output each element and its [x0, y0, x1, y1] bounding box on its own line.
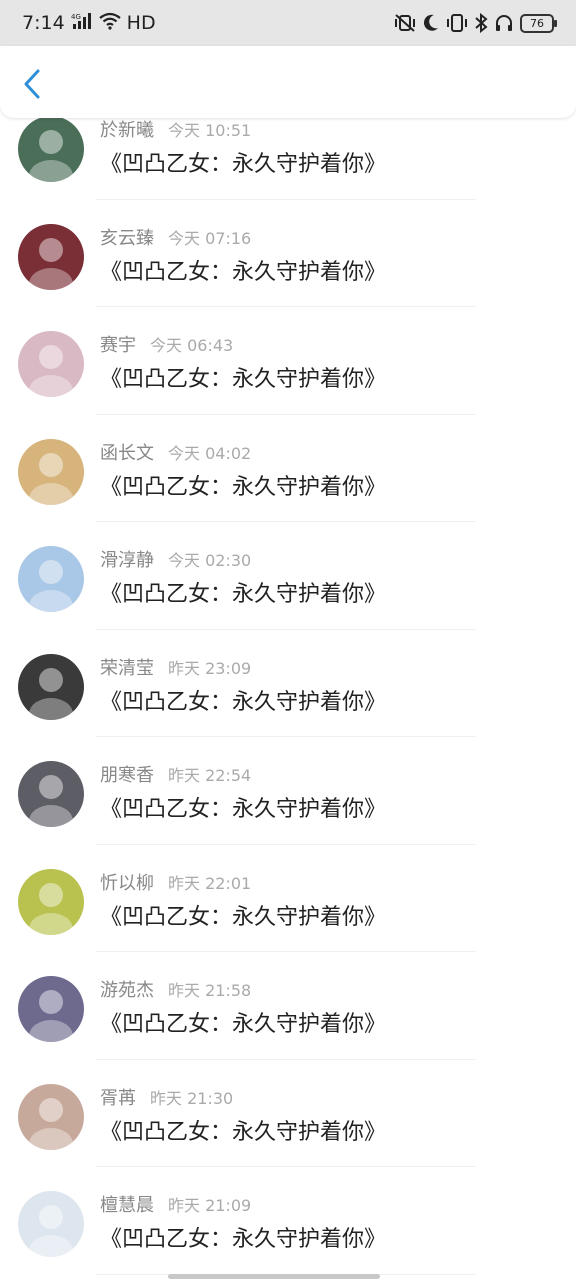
sender-name: 函长文 — [100, 442, 154, 464]
message-time: 昨天 21:58 — [168, 981, 252, 1000]
message-time: 昨天 22:54 — [168, 766, 252, 785]
avatar[interactable] — [18, 438, 84, 505]
header-bar — [0, 46, 576, 118]
message-text: 《凹凸乙女：永久守护着你》 — [100, 1227, 387, 1252]
avatar[interactable] — [18, 223, 84, 290]
status-right: 76 — [394, 0, 557, 46]
message-text: 《凹凸乙女：永久守护着你》 — [100, 474, 387, 500]
sender-name: 游苑杰 — [100, 980, 154, 1001]
avatar[interactable] — [18, 868, 84, 935]
message-text: 《凹凸乙女：永久守护着你》 — [100, 152, 387, 177]
message-time: 今天 06:43 — [150, 336, 234, 355]
headphones-icon — [494, 13, 514, 33]
message-text: 《凹凸乙女：永久守护着你》 — [100, 367, 387, 392]
sender-name: 朋寒香 — [100, 765, 154, 786]
message-meta: 胥苒 昨天 21:30 — [100, 1084, 233, 1110]
message-list: 於新曦 今天 10:51 《凹凸乙女：永久守护着你》 亥云臻 今天 07:16 《凹凸乙女… — [0, 92, 576, 1275]
message-meta: 赛宇 今天 06:43 — [100, 331, 233, 357]
avatar[interactable] — [18, 116, 84, 182]
back-button[interactable] — [14, 64, 50, 104]
signal-icon: 4G — [71, 12, 93, 35]
avatar[interactable] — [18, 1083, 84, 1150]
bluetooth-icon — [474, 13, 488, 33]
message-meta: 於新曦 今天 10:51 — [100, 116, 251, 142]
home-indicator[interactable] — [168, 1274, 380, 1279]
message-time: 今天 02:30 — [168, 551, 252, 570]
list-item[interactable]: 荣清莹 昨天 23:09 《凹凸乙女：永久守护着你》 — [0, 630, 576, 737]
message-meta: 游苑杰 昨天 21:58 — [100, 976, 251, 1002]
avatar[interactable] — [18, 546, 84, 612]
vibrate-icon — [446, 13, 468, 33]
message-text: 《凹凸乙女：永久守护着你》 — [100, 904, 387, 930]
list-item[interactable]: 亥云臻 今天 07:16 《凹凸乙女：永久守护着你》 — [0, 200, 576, 307]
message-meta: 函长文 今天 04:02 — [100, 439, 251, 465]
message-time: 今天 10:51 — [168, 121, 252, 140]
sender-name: 檀慧晨 — [100, 1195, 154, 1216]
sender-name: 亥云臻 — [100, 227, 154, 249]
message-meta: 亥云臻 今天 07:16 — [100, 224, 251, 250]
wifi-icon — [98, 12, 121, 35]
message-time: 昨天 23:09 — [168, 658, 252, 678]
status-bar: 7:14 4G HD 76 — [0, 0, 576, 46]
status-left: 7:14 4G HD — [22, 0, 156, 46]
list-item[interactable]: 朋寒香 昨天 22:54 《凹凸乙女：永久守护着你》 — [0, 737, 576, 845]
status-time: 7:14 — [22, 12, 65, 34]
vibrate-off-icon — [394, 13, 416, 33]
list-item[interactable]: 滑淳静 今天 02:30 《凹凸乙女：永久守护着你》 — [0, 522, 576, 630]
message-text: 《凹凸乙女：永久守护着你》 — [100, 689, 387, 715]
sender-name: 滑淳静 — [100, 550, 154, 571]
message-time: 昨天 21:09 — [168, 1196, 252, 1215]
list-item[interactable]: 檀慧晨 昨天 21:09 《凹凸乙女：永久守护着你》 — [0, 1167, 576, 1275]
avatar[interactable] — [18, 1191, 84, 1257]
message-meta: 忻以柳 昨天 22:01 — [100, 869, 251, 895]
moon-icon — [422, 13, 440, 33]
message-time: 今天 07:16 — [168, 228, 252, 248]
sender-name: 赛宇 — [100, 335, 136, 356]
avatar[interactable] — [18, 761, 84, 827]
message-time: 昨天 21:30 — [150, 1088, 234, 1108]
message-meta: 滑淳静 今天 02:30 — [100, 546, 251, 572]
message-meta: 荣清莹 昨天 23:09 — [100, 654, 251, 680]
sender-name: 胥苒 — [100, 1087, 136, 1109]
avatar[interactable] — [18, 331, 84, 397]
message-time: 昨天 22:01 — [168, 873, 252, 893]
list-item[interactable]: 赛宇 今天 06:43 《凹凸乙女：永久守护着你》 — [0, 307, 576, 415]
message-meta: 朋寒香 昨天 22:54 — [100, 761, 251, 787]
svg-text:4G: 4G — [71, 13, 81, 21]
avatar[interactable] — [18, 653, 84, 720]
message-text: 《凹凸乙女：永久守护着你》 — [100, 1119, 387, 1145]
sender-name: 於新曦 — [100, 120, 154, 141]
network-label: HD — [126, 12, 156, 34]
list-item[interactable]: 忻以柳 昨天 22:01 《凹凸乙女：永久守护着你》 — [0, 845, 576, 952]
chevron-left-icon — [24, 69, 40, 99]
message-text: 《凹凸乙女：永久守护着你》 — [100, 259, 387, 285]
message-text: 《凹凸乙女：永久守护着你》 — [100, 1012, 387, 1037]
avatar[interactable] — [18, 976, 84, 1042]
sender-name: 荣清莹 — [100, 657, 154, 679]
message-text: 《凹凸乙女：永久守护着你》 — [100, 797, 387, 822]
list-item[interactable]: 胥苒 昨天 21:30 《凹凸乙女：永久守护着你》 — [0, 1060, 576, 1167]
message-meta: 檀慧晨 昨天 21:09 — [100, 1191, 251, 1217]
list-item[interactable]: 函长文 今天 04:02 《凹凸乙女：永久守护着你》 — [0, 415, 576, 522]
message-text: 《凹凸乙女：永久守护着你》 — [100, 582, 387, 607]
sender-name: 忻以柳 — [100, 872, 154, 894]
battery-icon: 76 — [520, 13, 557, 33]
list-item[interactable]: 游苑杰 昨天 21:58 《凹凸乙女：永久守护着你》 — [0, 952, 576, 1060]
message-time: 今天 04:02 — [168, 443, 252, 463]
